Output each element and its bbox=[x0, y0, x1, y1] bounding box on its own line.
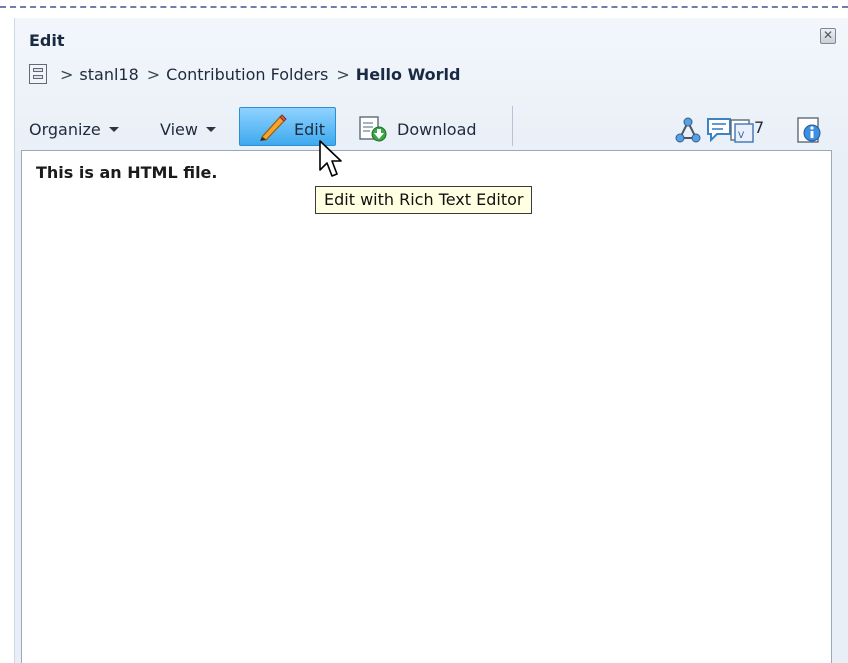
breadcrumb-current: Hello World bbox=[355, 64, 461, 84]
breadcrumb-separator: > bbox=[336, 64, 350, 84]
library-icon[interactable] bbox=[29, 64, 47, 84]
view-menu[interactable]: View bbox=[160, 112, 216, 146]
links-icon[interactable] bbox=[673, 116, 703, 144]
breadcrumb-item-stanl18[interactable]: stanl18 bbox=[79, 65, 138, 84]
close-icon: ✕ bbox=[822, 28, 834, 42]
edit-tooltip: Edit with Rich Text Editor bbox=[315, 186, 533, 214]
chevron-down-icon bbox=[108, 126, 119, 132]
mouse-cursor-icon bbox=[319, 140, 342, 177]
versions-count: 7 bbox=[754, 118, 765, 137]
download-button[interactable]: Download bbox=[397, 112, 477, 146]
breadcrumb-item-contribution-folders[interactable]: Contribution Folders bbox=[166, 65, 328, 84]
organize-menu[interactable]: Organize bbox=[29, 112, 119, 146]
breadcrumb-separator: > bbox=[146, 64, 161, 84]
versions-icon[interactable]: V bbox=[727, 116, 757, 144]
toolbar-divider bbox=[512, 106, 513, 146]
breadcrumb-separator: > bbox=[60, 64, 74, 84]
pencil-icon bbox=[260, 114, 287, 141]
download-icon bbox=[359, 116, 387, 142]
dashed-top-border bbox=[0, 6, 848, 8]
document-content[interactable]: This is an HTML file. bbox=[21, 150, 832, 663]
info-icon[interactable] bbox=[795, 116, 825, 144]
organize-label: Organize bbox=[29, 119, 101, 139]
document-text: This is an HTML file. bbox=[36, 163, 218, 182]
download-label: Download bbox=[397, 119, 477, 139]
view-label: View bbox=[160, 119, 198, 139]
breadcrumb: > stanl18 > Contribution Folders > Hello… bbox=[29, 62, 460, 86]
close-button[interactable]: ✕ bbox=[820, 28, 836, 44]
chevron-down-icon bbox=[205, 126, 216, 132]
svg-text:V: V bbox=[738, 131, 745, 141]
panel-title: Edit bbox=[29, 31, 65, 50]
